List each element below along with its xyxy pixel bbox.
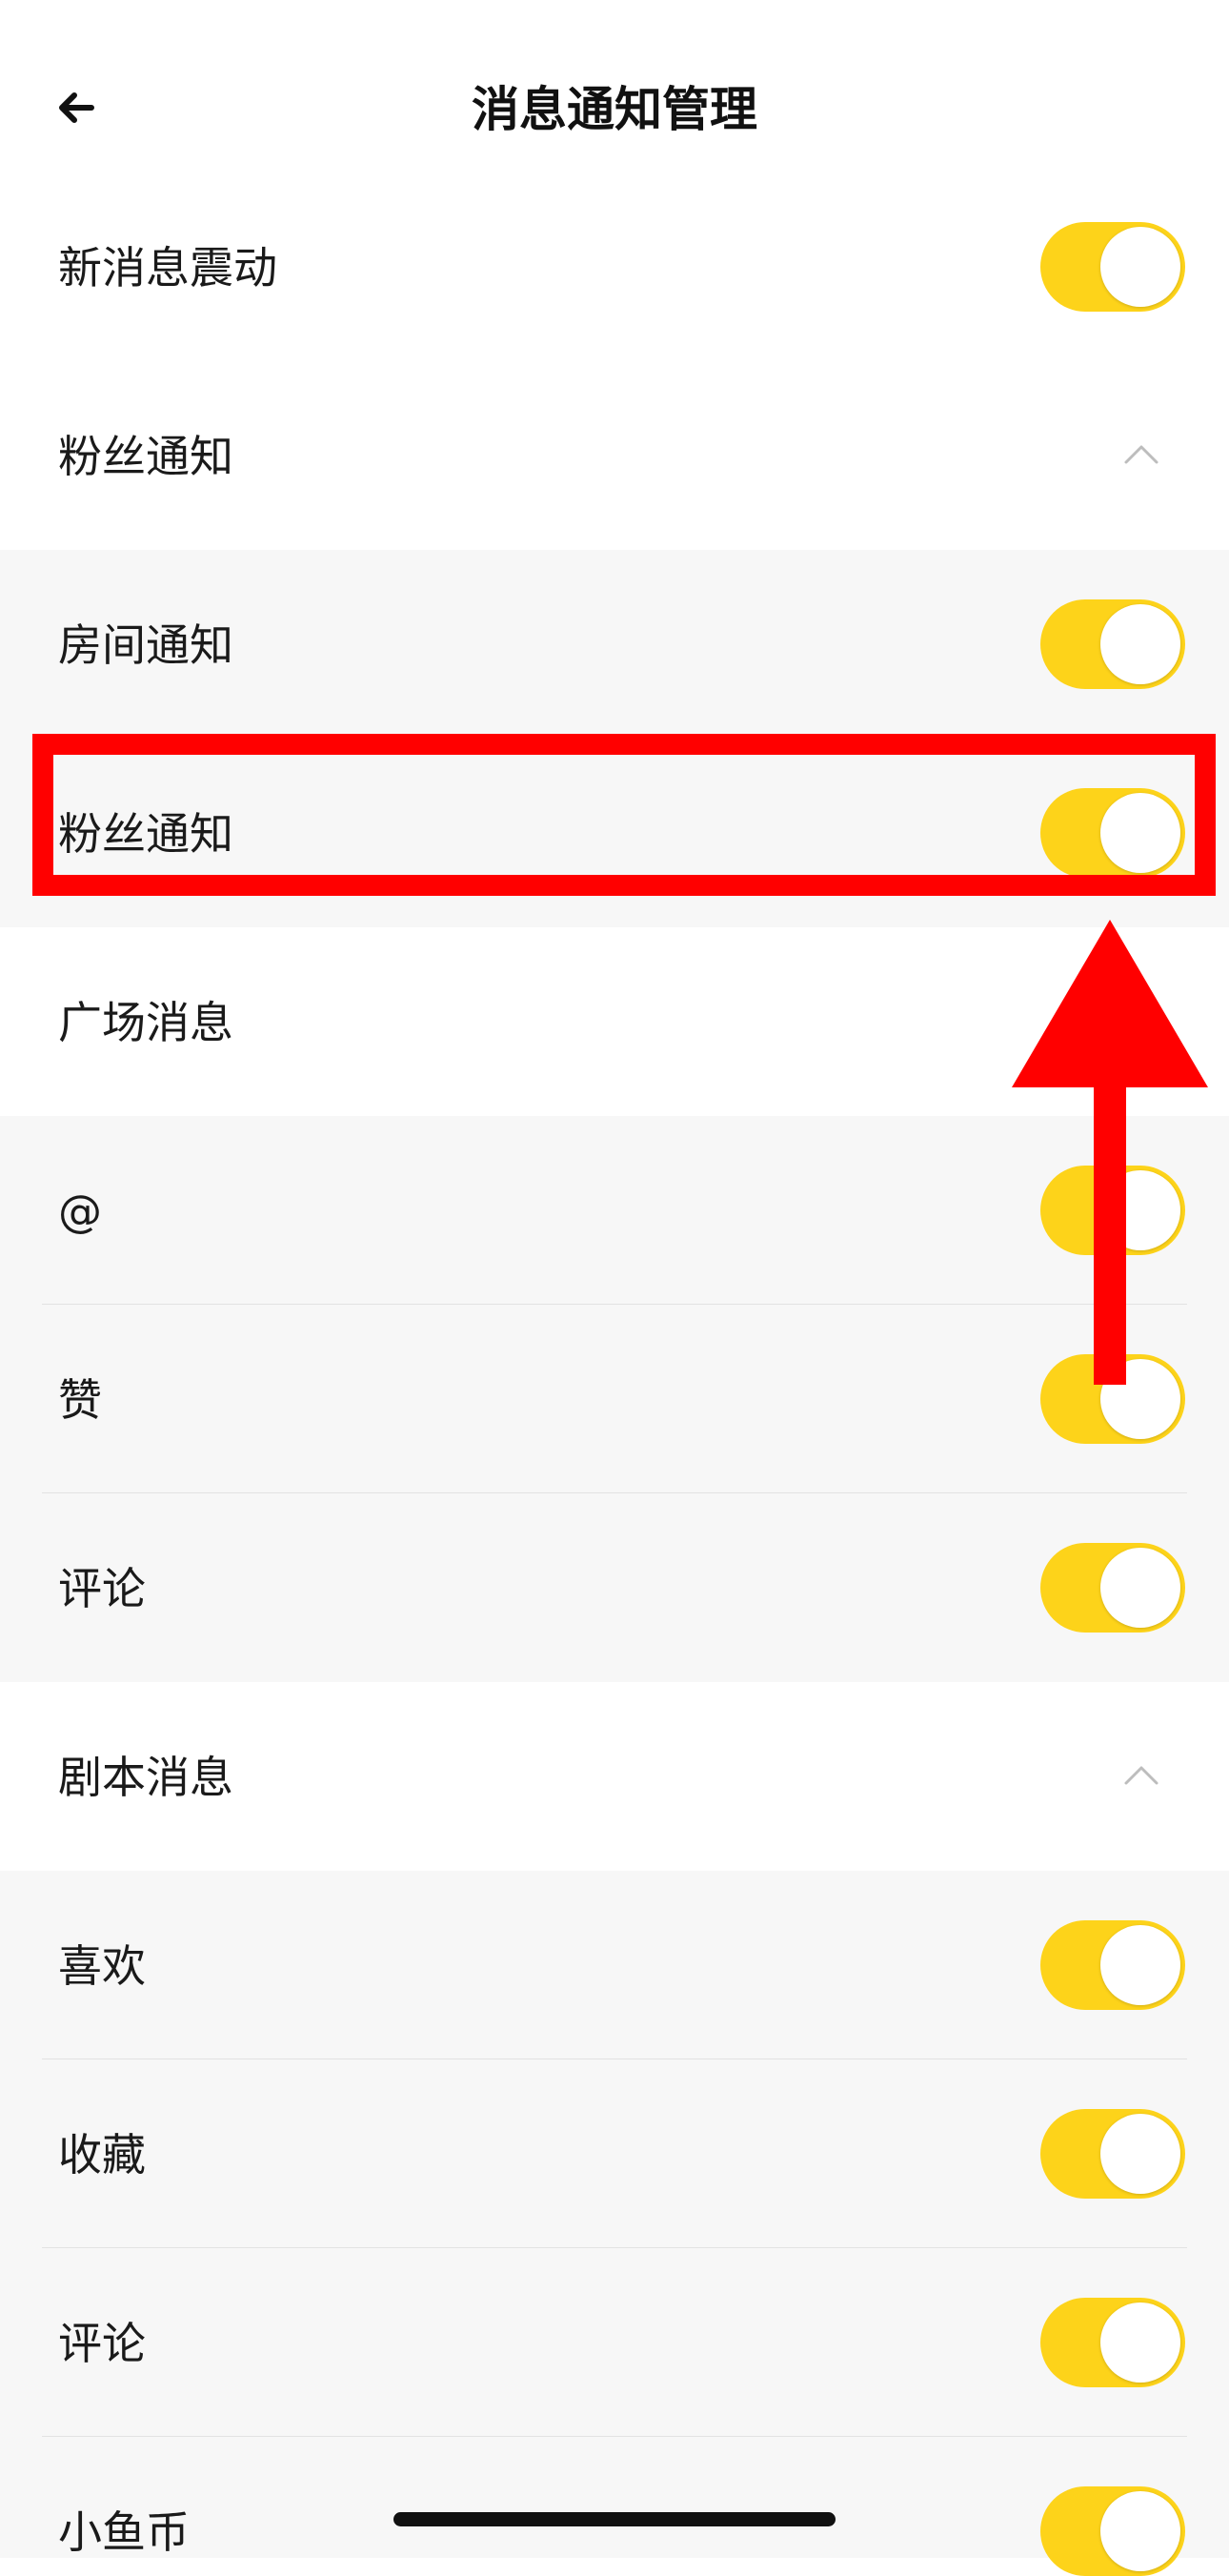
toggle-knob [1100,1548,1180,1628]
collections-toggle[interactable] [1040,2109,1185,2199]
chevron-up-icon[interactable] [1115,994,1168,1047]
settings-row-mentions: @ [0,1116,1229,1306]
room-notifications-toggle[interactable] [1040,599,1185,689]
toggle-knob [1100,1359,1180,1439]
toggle-knob [1100,2302,1180,2383]
toggle-knob [1100,2491,1180,2571]
settings-row-fish-coins: 小鱼币 [0,2437,1229,2576]
row-label: 粉丝通知 [58,808,233,860]
row-label: 评论 [58,2318,146,2369]
favorites-toggle[interactable] [1040,1920,1185,2010]
section-header-square-messages[interactable]: 广场消息 [0,927,1229,1116]
settings-row-comments: 评论 [0,1493,1229,1682]
script-comments-toggle[interactable] [1040,2298,1185,2387]
fish-coins-toggle[interactable] [1040,2486,1185,2576]
row-label: @ [58,1186,102,1237]
section-label: 剧本消息 [58,1752,233,1803]
comments-toggle[interactable] [1040,1543,1185,1633]
chevron-up-icon[interactable] [1115,428,1168,481]
toggle-knob [1100,1925,1180,2005]
page-title: 消息通知管理 [472,82,757,137]
settings-row-room-notifications: 房间通知 [0,550,1229,739]
settings-row-script-comments: 评论 [0,2248,1229,2438]
chevron-up-icon[interactable] [1115,1749,1168,1802]
likes-toggle[interactable] [1040,1354,1185,1444]
row-label: 小鱼币 [58,2506,190,2558]
home-indicator[interactable] [393,2512,836,2526]
toggle-knob [1100,227,1180,307]
settings-row-favorites: 喜欢 [0,1871,1229,2060]
section-label: 粉丝通知 [58,431,233,482]
row-label: 新消息震动 [58,242,277,294]
settings-row-likes: 赞 [0,1305,1229,1494]
row-label: 评论 [58,1563,146,1614]
row-label: 喜欢 [58,1940,146,1992]
row-label: 收藏 [58,2129,146,2180]
toggle-knob [1100,604,1180,684]
toggle-knob [1100,793,1180,873]
settings-row-collections: 收藏 [0,2059,1229,2249]
fan-notifications-toggle[interactable] [1040,788,1185,878]
toggle-knob [1100,1170,1180,1250]
settings-row-fan-notifications: 粉丝通知 [0,739,1229,927]
section-header-script-messages[interactable]: 剧本消息 [0,1682,1229,1871]
toggle-knob [1100,2114,1180,2194]
mentions-toggle[interactable] [1040,1166,1185,1255]
row-label: 房间通知 [58,619,233,671]
section-header-fan-notifications[interactable]: 粉丝通知 [0,361,1229,550]
settings-row-new-message-vibration: 新消息震动 [0,172,1229,361]
section-label: 广场消息 [58,997,233,1048]
row-label: 赞 [58,1374,102,1426]
vibration-toggle[interactable] [1040,222,1185,312]
